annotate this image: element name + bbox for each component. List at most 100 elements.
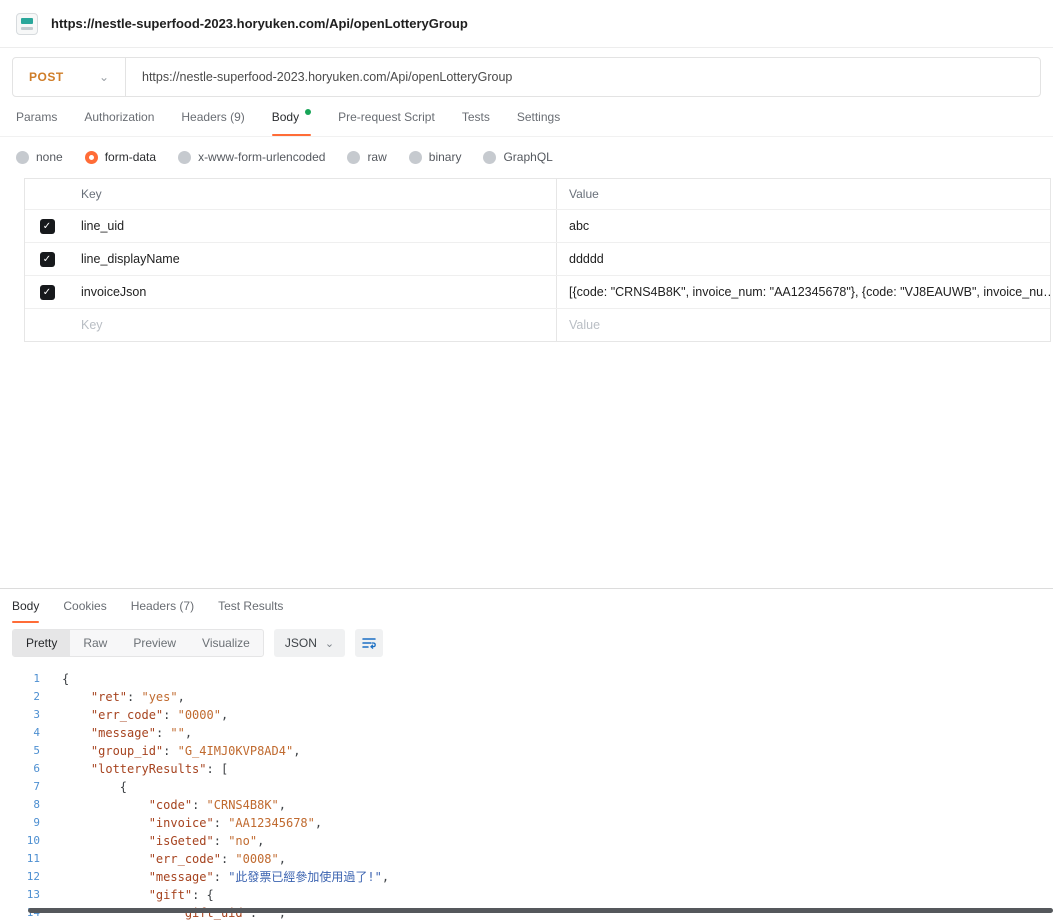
- response-format-select[interactable]: JSON ⌄: [274, 629, 345, 657]
- code-line: 13 "gift": {: [0, 886, 1053, 904]
- code-text: "gift_uid": "",: [62, 904, 286, 922]
- code-line: 4 "message": "",: [0, 724, 1053, 742]
- line-number: 1: [0, 670, 40, 688]
- row-checkbox[interactable]: ✓: [40, 285, 55, 300]
- code-line: 1{: [0, 670, 1053, 688]
- body-content-dot-icon: [305, 109, 311, 115]
- code-line: 5 "group_id": "G_4IMJ0KVP8AD4",: [0, 742, 1053, 760]
- form-data-table: Key Value ✓ line_uid abc ✓ line_displayN…: [24, 178, 1051, 342]
- tab-body[interactable]: Body: [272, 97, 311, 136]
- line-number: 8: [0, 796, 40, 814]
- code-lines: 1{2 "ret": "yes",3 "err_code": "0000",4 …: [0, 670, 1053, 922]
- code-line: 6 "lotteryResults": [: [0, 760, 1053, 778]
- body-mode-x-www-form-urlencoded[interactable]: x-www-form-urlencoded: [178, 150, 325, 164]
- code-line: 11 "err_code": "0008",: [0, 850, 1053, 868]
- chevron-down-icon: ⌄: [325, 637, 334, 650]
- request-favicon-icon: [16, 13, 38, 35]
- tab-settings[interactable]: Settings: [517, 97, 560, 136]
- code-text: "message": "",: [62, 724, 192, 742]
- table-row: ✓ line_displayName ddddd: [25, 242, 1050, 275]
- request-url-input[interactable]: https://nestle-superfood-2023.horyuken.c…: [126, 70, 528, 84]
- radio-icon: [483, 151, 496, 164]
- response-body-viewer[interactable]: 1{2 "ret": "yes",3 "err_code": "0000",4 …: [0, 665, 1053, 922]
- body-mode-form-data[interactable]: form-data: [85, 150, 156, 164]
- code-line: 10 "isGeted": "no",: [0, 832, 1053, 850]
- line-number: 2: [0, 688, 40, 706]
- code-text: "invoice": "AA12345678",: [62, 814, 322, 832]
- key-cell[interactable]: line_displayName: [69, 243, 556, 275]
- code-text: "message": "此發票已經參加使用過了!",: [62, 868, 389, 886]
- line-number: 4: [0, 724, 40, 742]
- tab-headers[interactable]: Headers (9): [181, 97, 244, 136]
- table-row: ✓ invoiceJson [{code: "CRNS4B8K", invoic…: [25, 275, 1050, 308]
- code-line: 14 "gift_uid": "",: [0, 904, 1053, 922]
- table-row: ✓ line_uid abc: [25, 209, 1050, 242]
- view-mode-preview[interactable]: Preview: [120, 630, 189, 656]
- code-text: "err_code": "0000",: [62, 706, 228, 724]
- code-text: {: [62, 778, 127, 796]
- key-input-placeholder[interactable]: Key: [69, 309, 556, 341]
- response-tab-cookies[interactable]: Cookies: [63, 589, 106, 623]
- response-tab-headers[interactable]: Headers (7): [131, 589, 194, 623]
- value-input-placeholder[interactable]: Value: [556, 309, 1050, 341]
- code-text: {: [62, 670, 69, 688]
- response-tab-test-results[interactable]: Test Results: [218, 589, 283, 623]
- line-number: 6: [0, 760, 40, 778]
- key-cell[interactable]: line_uid: [69, 210, 556, 242]
- tab-tests[interactable]: Tests: [462, 97, 490, 136]
- body-mode-graphql[interactable]: GraphQL: [483, 150, 552, 164]
- view-mode-group: Pretty Raw Preview Visualize: [12, 629, 264, 657]
- request-tabs: Params Authorization Headers (9) Body Pr…: [0, 97, 1053, 137]
- code-line: 7 {: [0, 778, 1053, 796]
- response-tabs: Body Cookies Headers (7) Test Results: [0, 589, 1053, 623]
- line-number: 10: [0, 832, 40, 850]
- radio-icon: [347, 151, 360, 164]
- radio-selected-icon: [85, 151, 98, 164]
- key-cell[interactable]: invoiceJson: [69, 276, 556, 308]
- table-row-empty: Key Value: [25, 308, 1050, 341]
- body-mode-raw[interactable]: raw: [347, 150, 386, 164]
- code-text: "code": "CRNS4B8K",: [62, 796, 286, 814]
- response-pane: Body Cookies Headers (7) Test Results Pr…: [0, 588, 1053, 922]
- view-mode-raw[interactable]: Raw: [70, 630, 120, 656]
- method-label: POST: [29, 70, 64, 84]
- line-number: 7: [0, 778, 40, 796]
- code-text: "ret": "yes",: [62, 688, 185, 706]
- body-mode-binary[interactable]: binary: [409, 150, 462, 164]
- request-title: https://nestle-superfood-2023.horyuken.c…: [51, 16, 468, 31]
- response-tab-body[interactable]: Body: [12, 589, 39, 623]
- tab-authorization[interactable]: Authorization: [84, 97, 154, 136]
- row-checkbox[interactable]: ✓: [40, 252, 55, 267]
- method-select[interactable]: POST ⌄: [13, 58, 125, 96]
- code-text: "isGeted": "no",: [62, 832, 264, 850]
- line-wrap-icon: [361, 635, 377, 651]
- code-line: 2 "ret": "yes",: [0, 688, 1053, 706]
- value-cell[interactable]: [{code: "CRNS4B8K", invoice_num: "AA1234…: [556, 276, 1050, 308]
- line-number: 5: [0, 742, 40, 760]
- horizontal-scrollbar[interactable]: [28, 908, 1053, 913]
- line-number: 3: [0, 706, 40, 724]
- line-number: 13: [0, 886, 40, 904]
- code-line: 9 "invoice": "AA12345678",: [0, 814, 1053, 832]
- request-url-bar: POST ⌄ https://nestle-superfood-2023.hor…: [12, 57, 1041, 97]
- value-cell[interactable]: ddddd: [556, 243, 1050, 275]
- code-line: 8 "code": "CRNS4B8K",: [0, 796, 1053, 814]
- line-wrap-button[interactable]: [355, 629, 383, 657]
- app-header: https://nestle-superfood-2023.horyuken.c…: [0, 0, 1053, 48]
- radio-icon: [178, 151, 191, 164]
- tab-params[interactable]: Params: [16, 97, 57, 136]
- code-line: 12 "message": "此發票已經參加使用過了!",: [0, 868, 1053, 886]
- view-mode-visualize[interactable]: Visualize: [189, 630, 263, 656]
- radio-icon: [16, 151, 29, 164]
- row-checkbox[interactable]: ✓: [40, 219, 55, 234]
- view-mode-pretty[interactable]: Pretty: [13, 630, 70, 656]
- code-text: "gift": {: [62, 886, 214, 904]
- chevron-down-icon: ⌄: [99, 70, 109, 84]
- empty-area: [0, 342, 1053, 588]
- code-text: "err_code": "0008",: [62, 850, 286, 868]
- line-number: 9: [0, 814, 40, 832]
- line-number: 14: [0, 904, 40, 922]
- tab-pre-request-script[interactable]: Pre-request Script: [338, 97, 435, 136]
- body-mode-none[interactable]: none: [16, 150, 63, 164]
- value-cell[interactable]: abc: [556, 210, 1050, 242]
